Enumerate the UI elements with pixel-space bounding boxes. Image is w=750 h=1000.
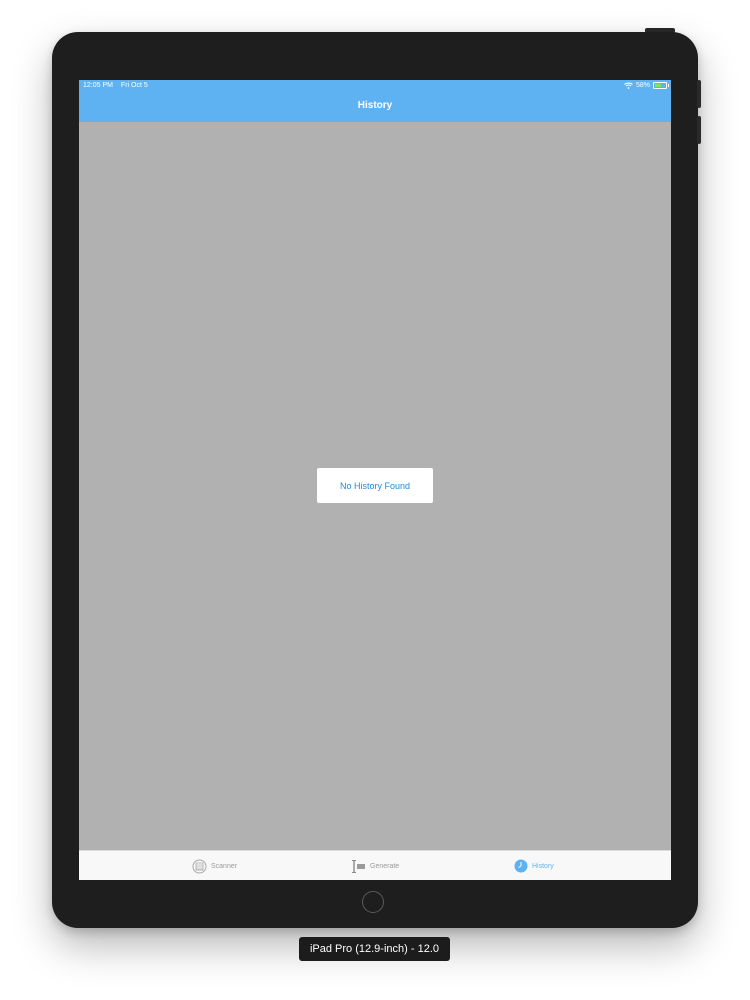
battery-percent: 58%: [635, 82, 650, 89]
status-date: Fri Oct 5: [120, 82, 148, 89]
status-right: 58%: [624, 82, 669, 89]
tab-generate[interactable]: Generate: [351, 857, 399, 875]
simulator-device-label: iPad Pro (12.9-inch) - 12.0: [299, 937, 450, 961]
battery-icon: [653, 82, 669, 89]
volume-down-button[interactable]: [697, 116, 701, 144]
status-time: 12:05 PM: [83, 82, 113, 89]
tab-bar: Scanner Generate History: [79, 850, 671, 880]
clock-icon: [514, 859, 528, 873]
tab-label: Generate: [370, 862, 400, 870]
empty-state-text: No History Found: [339, 480, 411, 491]
tab-scanner[interactable]: Scanner: [192, 857, 237, 875]
volume-up-button[interactable]: [697, 80, 701, 108]
battery-fill: [655, 84, 661, 87]
status-bar: 12:05 PM Fri Oct 5 58%: [79, 80, 671, 92]
home-button[interactable]: [362, 891, 384, 913]
scanner-icon: [192, 859, 207, 873]
empty-state-message: No History Found: [317, 468, 433, 503]
device-label-text: iPad Pro (12.9-inch) - 12.0: [309, 943, 439, 955]
tab-label: Scanner: [211, 862, 238, 870]
tab-label: History: [532, 862, 554, 870]
app-screen: 12:05 PM Fri Oct 5 58% History No Histor…: [79, 80, 671, 880]
tab-history[interactable]: History: [514, 857, 554, 875]
wifi-icon: [624, 82, 633, 89]
status-left: 12:05 PM Fri Oct 5: [83, 82, 154, 89]
generate-icon: [352, 859, 365, 873]
navigation-bar: 12:05 PM Fri Oct 5 58% History: [79, 80, 671, 122]
page-title: History: [357, 100, 393, 111]
